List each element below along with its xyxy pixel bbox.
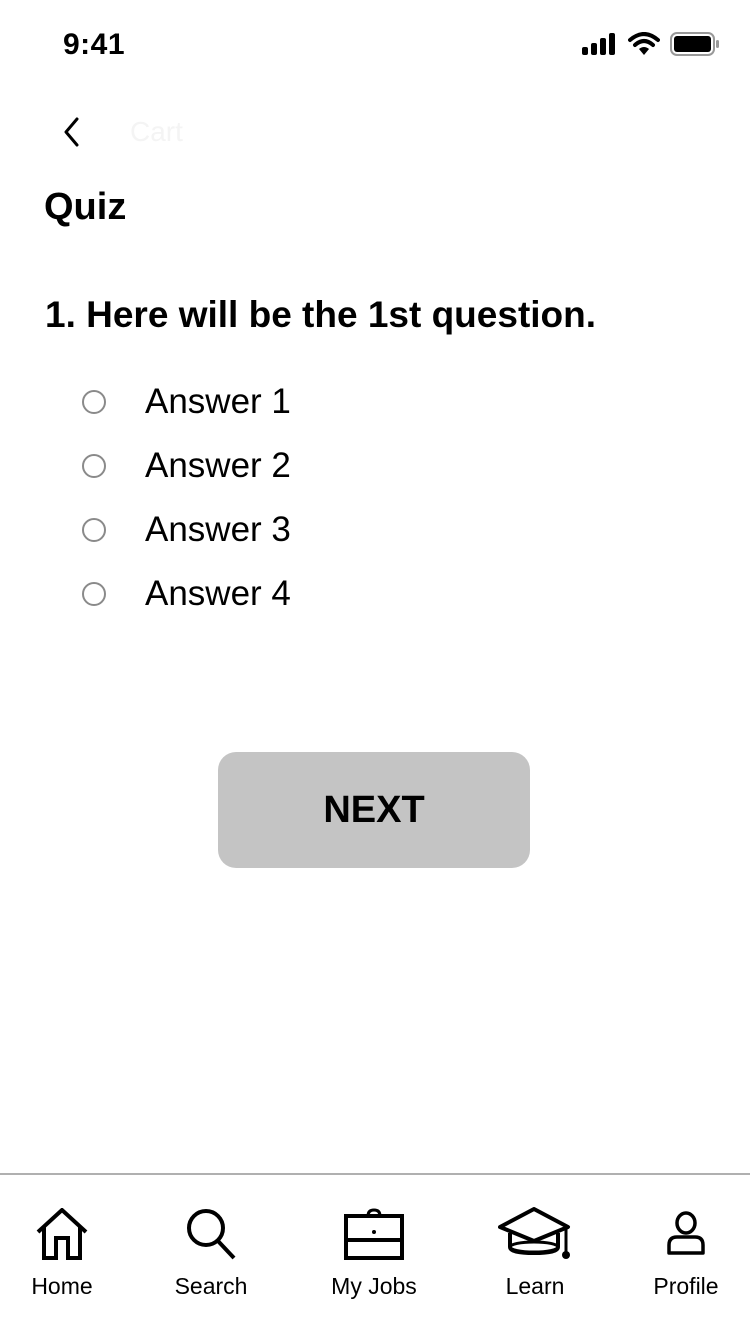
chevron-left-icon [64, 117, 79, 147]
navigation-bar: Cart [0, 100, 750, 164]
tab-label: Search [174, 1273, 248, 1299]
page-title: Quiz [44, 186, 127, 228]
radio-button[interactable] [82, 582, 106, 606]
answer-option[interactable]: Answer 1 [80, 370, 291, 434]
tab-home[interactable]: Home [0, 1203, 127, 1300]
radio-button[interactable] [82, 454, 106, 478]
battery-icon [670, 32, 719, 56]
answer-list: Answer 1 Answer 2 Answer 3 Answer 4 [80, 370, 291, 626]
radio-button[interactable] [82, 390, 106, 414]
home-icon [36, 1208, 88, 1260]
answer-label: Answer 2 [145, 446, 291, 485]
radio-button[interactable] [82, 518, 106, 542]
tab-label: My Jobs [331, 1273, 417, 1299]
answer-label: Answer 1 [145, 382, 291, 421]
wifi-icon [628, 32, 660, 55]
tab-bar: Home Search My Jobs Learn Profile [0, 1173, 750, 1334]
answer-option[interactable]: Answer 3 [80, 498, 291, 562]
back-button[interactable] [56, 114, 86, 150]
briefcase-icon [344, 1208, 404, 1260]
next-button[interactable]: NEXT [218, 752, 530, 868]
nav-title: Cart [130, 116, 183, 147]
tab-label: Learn [505, 1273, 565, 1299]
answer-option[interactable]: Answer 4 [80, 562, 291, 626]
tab-learn[interactable]: Learn [470, 1203, 600, 1300]
search-icon [187, 1209, 236, 1260]
tab-search[interactable]: Search [146, 1203, 276, 1300]
tab-label: Home [31, 1273, 93, 1299]
status-bar: 9:41 [0, 0, 750, 88]
status-icons [582, 32, 720, 56]
graduation-cap-icon [498, 1207, 570, 1259]
cellular-signal-icon [582, 33, 615, 55]
answer-label: Answer 4 [145, 574, 291, 613]
answer-label: Answer 3 [145, 510, 291, 549]
person-icon [667, 1211, 705, 1255]
status-time: 9:41 [63, 28, 126, 61]
quiz-question: 1. Here will be the 1st question. [45, 294, 597, 335]
tab-label: Profile [653, 1273, 719, 1299]
tab-my-jobs[interactable]: My Jobs [309, 1203, 439, 1300]
tab-profile[interactable]: Profile [621, 1203, 750, 1300]
answer-option[interactable]: Answer 2 [80, 434, 291, 498]
